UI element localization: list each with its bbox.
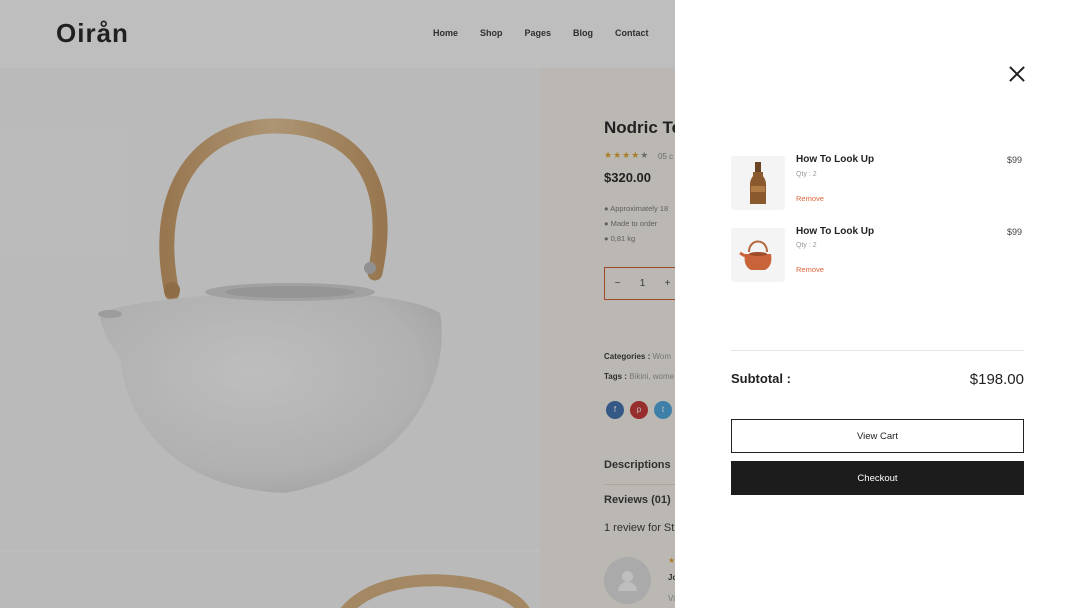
backdrop-overlay[interactable] <box>0 0 675 608</box>
cart-item-name[interactable]: How To Look Up <box>796 154 874 165</box>
teapot-icon <box>739 240 772 270</box>
cart-item-thumbnail[interactable] <box>731 156 785 210</box>
subtotal-label: Subtotal : <box>731 371 791 386</box>
cart-item-price: $99 <box>1007 227 1023 237</box>
cart-item-name[interactable]: How To Look Up <box>796 226 874 237</box>
cart-item-thumbnail[interactable] <box>731 228 785 282</box>
cart-item-price: $99 <box>1007 155 1023 165</box>
cart-item-qty: Qty : 2 <box>796 242 817 249</box>
cart-drawer <box>675 0 1080 608</box>
cart-item-remove-button[interactable]: Remove <box>796 265 824 274</box>
bottle-icon <box>750 162 766 204</box>
view-cart-button[interactable]: View Cart <box>731 419 1024 453</box>
close-icon[interactable] <box>1005 63 1029 87</box>
checkout-button[interactable]: Checkout <box>731 461 1024 495</box>
page: Oirån Home Shop Pages Blog Contact Nodri… <box>0 0 1080 608</box>
cart-divider <box>731 350 1024 351</box>
cart-item-remove-button[interactable]: Remove <box>796 194 824 203</box>
subtotal-value: $198.00 <box>969 371 1024 388</box>
cart-item-qty: Qty : 2 <box>796 171 817 178</box>
